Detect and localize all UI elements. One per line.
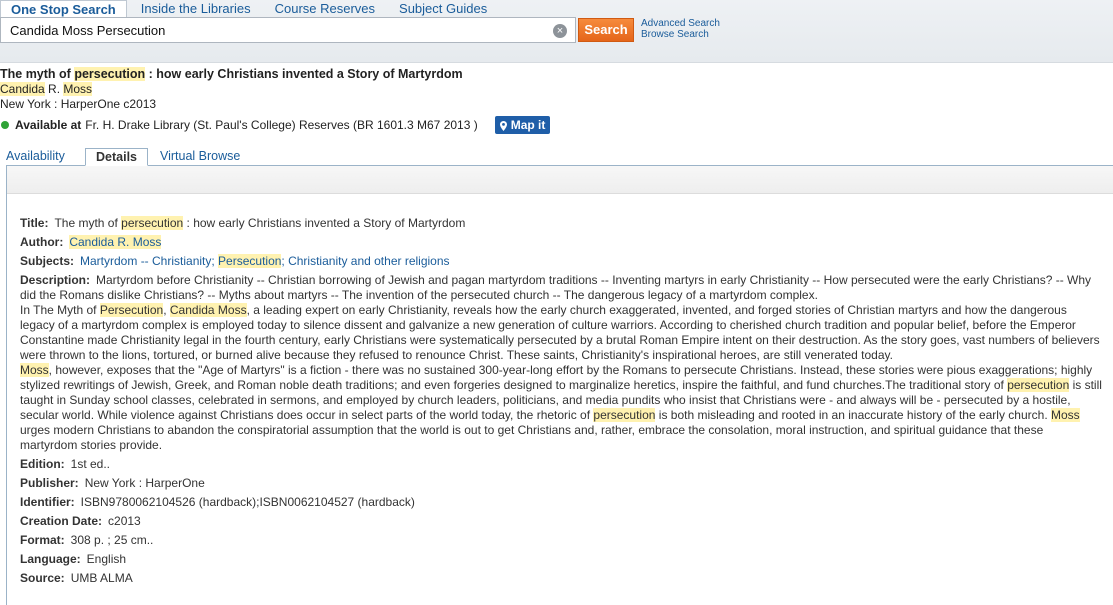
- detail-description: Description: Martyrdom before Christianit…: [20, 273, 1102, 453]
- tab-virtual-browse[interactable]: Virtual Browse: [160, 148, 240, 164]
- availability-location[interactable]: Fr. H. Drake Library (St. Paul's College…: [85, 118, 477, 132]
- map-it-label: Map it: [510, 118, 546, 132]
- field-value: UMB ALMA: [70, 571, 133, 585]
- field-label: Format:: [20, 533, 65, 547]
- highlight-term: Moss: [20, 363, 49, 377]
- field-value: 308 p. ; 25 cm..: [70, 533, 154, 547]
- field-label: Source:: [20, 571, 65, 585]
- author-link[interactable]: Candida R. Moss: [69, 235, 162, 249]
- title-text: The myth of: [54, 216, 122, 230]
- description-paragraph: Moss, however, exposes that the "Age of …: [20, 363, 1102, 453]
- description-paragraph: Description: Martyrdom before Christianit…: [20, 273, 1102, 303]
- description-text: , however, exposes that the "Age of Mart…: [20, 363, 1093, 392]
- details-content: Title: The myth of persecution : how earl…: [20, 216, 1102, 590]
- details-toolbar: [7, 166, 1113, 194]
- highlight-term: Candida Moss: [169, 303, 247, 317]
- field-label: Author:: [20, 235, 64, 249]
- field-label: Creation Date:: [20, 514, 103, 528]
- tab-one-stop-search[interactable]: One Stop Search: [0, 0, 127, 18]
- highlight-term: Persecution: [99, 303, 164, 317]
- field-label: Title:: [20, 216, 49, 230]
- highlight-term: persecution: [74, 67, 146, 81]
- tab-details[interactable]: Details: [85, 148, 148, 166]
- field-label: Publisher:: [20, 476, 79, 490]
- map-it-button[interactable]: Map it: [494, 116, 551, 134]
- clear-icon[interactable]: ×: [553, 24, 567, 38]
- highlight-term: persecution: [1007, 378, 1070, 392]
- detail-subjects: Subjects: Martyrdom -- Christianity; Pers…: [20, 254, 1102, 269]
- detail-creation-date: Creation Date: c2013: [20, 514, 1102, 529]
- brief-record: The myth of persecution : how early Chri…: [0, 67, 700, 134]
- title-text: : how early Christians invented a Story …: [183, 216, 466, 230]
- search-scope-tabs: One Stop Search Inside the Libraries Cou…: [0, 0, 497, 18]
- subject-link[interactable]: Persecution: [218, 254, 282, 268]
- field-value: c2013: [108, 514, 141, 528]
- subject-link[interactable]: Christianity and other religions: [288, 254, 449, 268]
- highlight-term: persecution: [121, 216, 184, 230]
- highlight-term: Candida: [0, 82, 45, 96]
- search-box: ×: [0, 17, 576, 43]
- field-label: Description:: [20, 273, 91, 287]
- tab-course-reserves[interactable]: Course Reserves: [265, 0, 385, 17]
- field-value: New York : HarperOne: [84, 476, 205, 490]
- highlight-term: Moss: [63, 82, 93, 96]
- detail-publisher: Publisher: New York : HarperOne: [20, 476, 1102, 491]
- title-text: The myth of: [0, 67, 75, 81]
- detail-edition: Edition: 1st ed..: [20, 457, 1102, 472]
- description-text: urges modern Christians to abandon the c…: [20, 423, 1044, 452]
- map-pin-icon: [499, 120, 507, 131]
- field-label: Subjects:: [20, 254, 75, 268]
- record-tabs: Availability Details Virtual Browse: [0, 148, 1113, 166]
- search-button[interactable]: Search: [578, 18, 634, 42]
- search-links: Advanced Search Browse Search: [641, 18, 720, 40]
- field-value: 1st ed..: [70, 457, 111, 471]
- advanced-search-link[interactable]: Advanced Search: [641, 18, 720, 29]
- author-text: R.: [44, 82, 64, 96]
- tab-subject-guides[interactable]: Subject Guides: [389, 0, 497, 17]
- availability-status: Available at Fr. H. Drake Library (St. P…: [0, 116, 700, 134]
- description-text: is both misleading and rooted in an inac…: [655, 408, 1051, 422]
- description-text: In The Myth of: [20, 303, 100, 317]
- description-text: ,: [163, 303, 170, 317]
- field-label: Identifier:: [20, 495, 75, 509]
- record-publisher: New York : HarperOne c2013: [0, 97, 157, 111]
- record-author: Candida R. Moss: [0, 82, 700, 97]
- description-text: Martyrdom before Christianity -- Christi…: [20, 273, 1092, 302]
- tab-availability[interactable]: Availability: [6, 148, 65, 164]
- field-value: ISBN9780062104526 (hardback);ISBN0062104…: [80, 495, 415, 509]
- availability-label: Available at: [15, 118, 82, 132]
- field-value: English: [86, 552, 127, 566]
- detail-identifier: Identifier: ISBN9780062104526 (hardback);…: [20, 495, 1102, 510]
- field-label: Language:: [20, 552, 81, 566]
- title-text: : how early Christians invented a Story …: [145, 67, 463, 81]
- detail-source: Source: UMB ALMA: [20, 571, 1102, 586]
- search-header: One Stop Search Inside the Libraries Cou…: [0, 0, 1113, 63]
- browse-search-link[interactable]: Browse Search: [641, 29, 720, 40]
- description-paragraph: In The Myth of Persecution, Candida Moss…: [20, 303, 1102, 363]
- subject-link[interactable]: Martyrdom -- Christianity: [80, 254, 211, 268]
- field-label: Edition:: [20, 457, 65, 471]
- highlight-term: Moss: [1051, 408, 1080, 422]
- detail-title: Title: The myth of persecution : how earl…: [20, 216, 1102, 231]
- tab-inside-the-libraries[interactable]: Inside the Libraries: [131, 0, 261, 17]
- available-status-icon: [1, 121, 9, 129]
- detail-format: Format: 308 p. ; 25 cm..: [20, 533, 1102, 548]
- detail-author: Author: Candida R. Moss: [20, 235, 1102, 250]
- field-value: The myth of persecution : how early Chri…: [54, 216, 465, 230]
- highlight-term: persecution: [593, 408, 656, 422]
- record-title[interactable]: The myth of persecution : how early Chri…: [0, 67, 700, 82]
- detail-language: Language: English: [20, 552, 1102, 567]
- search-input[interactable]: [10, 21, 530, 39]
